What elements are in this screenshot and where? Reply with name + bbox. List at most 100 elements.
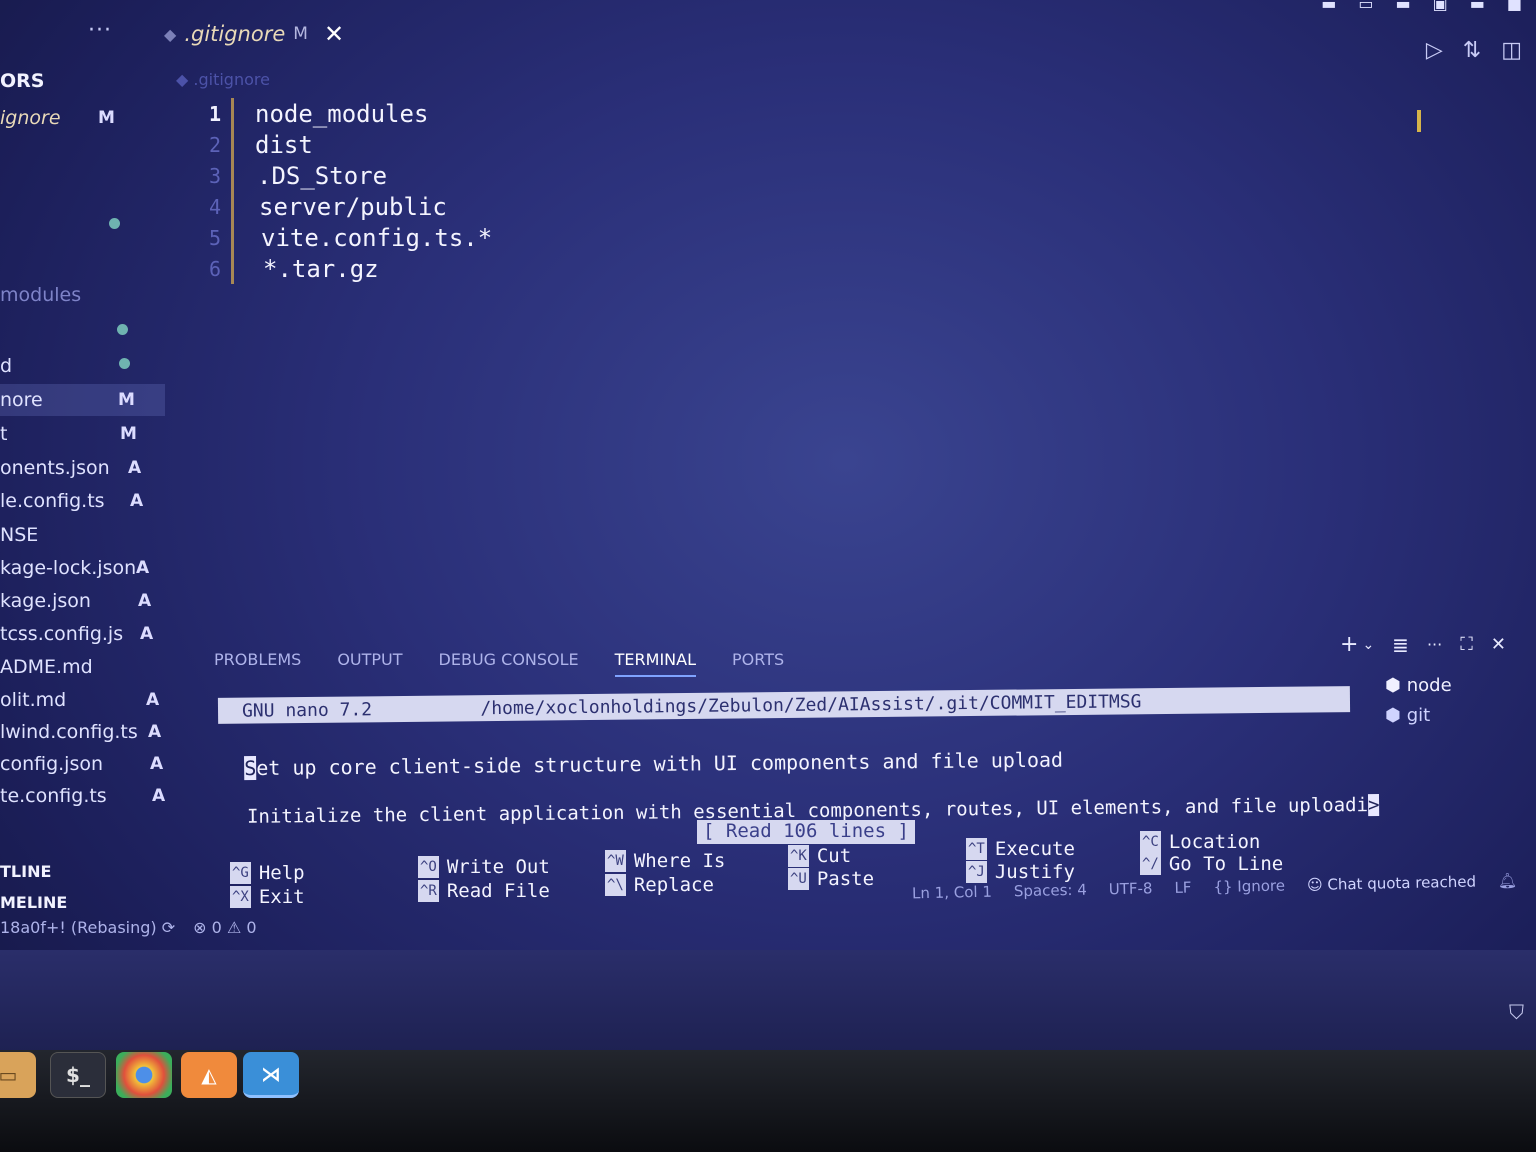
tab-output[interactable]: OUTPUT [337, 650, 402, 677]
chrome-app-icon[interactable] [116, 1052, 172, 1098]
open-editors-heading[interactable]: ORS [0, 70, 44, 92]
window-button[interactable]: ▬ [1321, 0, 1336, 13]
line-number: 6 [208, 256, 221, 281]
error-count: 0 [211, 918, 222, 937]
terminal-app-icon[interactable]: $_ [50, 1052, 106, 1098]
line-text: node_modules [255, 99, 429, 128]
file-item[interactable]: lwind.config.ts A [0, 716, 165, 748]
window-button[interactable]: ▬ [1396, 0, 1411, 13]
git-status-badge: A [128, 458, 142, 478]
breadcrumb[interactable]: ◆ .gitignore [176, 70, 270, 89]
warning-count: 0 [246, 918, 257, 937]
bell-icon[interactable]: 🔔︎ [1498, 872, 1517, 890]
shortcut-label: Location [1168, 831, 1261, 853]
terminal-item-git[interactable]: ⬢ git [1385, 700, 1535, 730]
git-status-badge: A [152, 786, 166, 806]
terminal-icon: ⬢ [1385, 704, 1401, 726]
branch-status[interactable]: 18a0f+! (Rebasing) ⟳ [0, 918, 175, 937]
chevron-down-icon[interactable]: ⌄ [1362, 637, 1374, 653]
new-terminal-icon[interactable]: + [1340, 632, 1358, 657]
shortcut-key: ^O [418, 856, 439, 878]
timeline-section[interactable]: MELINE [0, 893, 67, 912]
shortcut-label: Cut [816, 845, 852, 867]
shortcut-label: Help [258, 862, 305, 884]
cursor-position[interactable]: Ln 1, Col 1 [912, 883, 992, 903]
vscode-app-icon[interactable]: ⋊ [243, 1052, 299, 1098]
indentation[interactable]: Spaces: 4 [1014, 881, 1087, 901]
line-number: 2 [208, 132, 221, 157]
file-item[interactable]: olit.md A [0, 684, 165, 716]
tab-ports[interactable]: PORTS [732, 650, 784, 677]
sync-icon[interactable]: ⟳ [162, 918, 175, 937]
file-item[interactable]: te.config.ts A [0, 780, 165, 812]
window-controls: ▬ ▭ ▬ ▣ ▬ ■ [1321, 0, 1522, 13]
tab-gitignore[interactable]: ◆ .gitignore M ✕ [160, 10, 350, 58]
file-item-selected[interactable]: nore M [0, 384, 165, 416]
shortcut-key: ^J [966, 861, 987, 883]
file-item[interactable]: config.json A [0, 748, 165, 780]
end-of-line[interactable]: LF [1174, 878, 1191, 896]
problems-status[interactable]: ⊗ 0 ⚠ 0 [193, 918, 256, 937]
close-icon[interactable]: ✕ [324, 20, 344, 48]
shortcut-label: Replace [633, 874, 714, 896]
file-item[interactable]: onents.json A [0, 452, 165, 484]
copilot-status[interactable]: ☺ Chat quota reached [1307, 873, 1476, 895]
git-status-badge: A [146, 690, 160, 710]
git-gutter-marker [231, 191, 234, 222]
git-status-badge: A [136, 558, 150, 578]
encoding[interactable]: UTF-8 [1109, 879, 1153, 898]
nano-status-message: [ Read 106 lines ] [697, 820, 915, 844]
close-panel-icon[interactable]: ✕ [1491, 634, 1506, 655]
tab-terminal[interactable]: TERMINAL [614, 650, 697, 677]
shortcut-location: ^C Location [1140, 831, 1260, 853]
git-status-badge: M [120, 424, 137, 444]
editor-tab-bar: ··· ◆ .gitignore M ✕ ▬ ▭ ▬ ▣ ▬ ■ ▷ ⇅ ◫ [0, 0, 1536, 66]
run-icon[interactable]: ▷ [1426, 38, 1443, 63]
file-item[interactable]: t M [0, 418, 165, 450]
tab-problems[interactable]: PROBLEMS [214, 650, 301, 677]
file-name: config.json [0, 753, 104, 775]
minimize-icon[interactable]: ▬ [1470, 0, 1485, 13]
close-window-icon[interactable]: ■ [1507, 0, 1522, 13]
terminal-name: git [1406, 704, 1431, 726]
brave-app-icon[interactable]: ◭ [181, 1052, 237, 1098]
file-name: NSE [0, 524, 39, 546]
shortcut-label: Go To Line [1168, 853, 1284, 875]
file-item[interactable]: tcss.config.js A [0, 618, 165, 650]
tab-debug-console[interactable]: DEBUG CONSOLE [439, 650, 579, 677]
more-actions-icon[interactable]: ··· [88, 18, 112, 43]
git-status-badge: A [150, 754, 164, 774]
shortcut-where-is: ^W Where Is [605, 850, 725, 872]
file-item[interactable]: kage.json A [0, 585, 165, 617]
window-button[interactable]: ▭ [1358, 0, 1373, 13]
quota-text: Chat quota reached [1327, 872, 1477, 894]
list-icon[interactable]: ≣ [1392, 633, 1409, 657]
shield-icon[interactable]: ⛉ [1509, 1000, 1524, 1024]
window-button[interactable]: ▣ [1433, 0, 1448, 13]
shortcut-cut: ^K Cut [788, 845, 851, 867]
shortcut-key: ^\ [605, 874, 626, 896]
split-editor-icon[interactable]: ◫ [1501, 38, 1522, 63]
file-item[interactable]: d [0, 350, 165, 382]
language-mode[interactable]: {} Ignore [1213, 877, 1285, 896]
terminal-item-node[interactable]: ⬢ node [1385, 670, 1535, 700]
outline-section[interactable]: TLINE [0, 862, 51, 881]
open-editor-item[interactable]: ignore M [0, 102, 165, 134]
shortcut-label: Paste [816, 868, 875, 890]
maximize-panel-icon[interactable]: ⛶ [1460, 634, 1473, 655]
commit-message-line[interactable]: Set up core client-side structure with U… [220, 724, 1063, 781]
file-item[interactable]: le.config.ts A [0, 485, 165, 517]
file-item[interactable]: ADME.md [0, 651, 165, 683]
folder-node-modules[interactable]: modules [0, 284, 81, 306]
shortcut-label: Read File [446, 880, 550, 902]
git-gutter-marker [231, 129, 234, 160]
file-item[interactable]: kage-lock.json A [0, 552, 165, 584]
file-item[interactable]: NSE [0, 519, 165, 551]
files-app-icon[interactable]: ▭ [0, 1052, 36, 1098]
git-change-dot [109, 218, 120, 229]
more-actions-icon[interactable]: ··· [1427, 635, 1442, 654]
file-name: ignore [0, 107, 61, 129]
line-number: 1 [208, 101, 221, 126]
minimap-change-marker [1417, 110, 1421, 132]
compare-changes-icon[interactable]: ⇅ [1463, 38, 1481, 63]
